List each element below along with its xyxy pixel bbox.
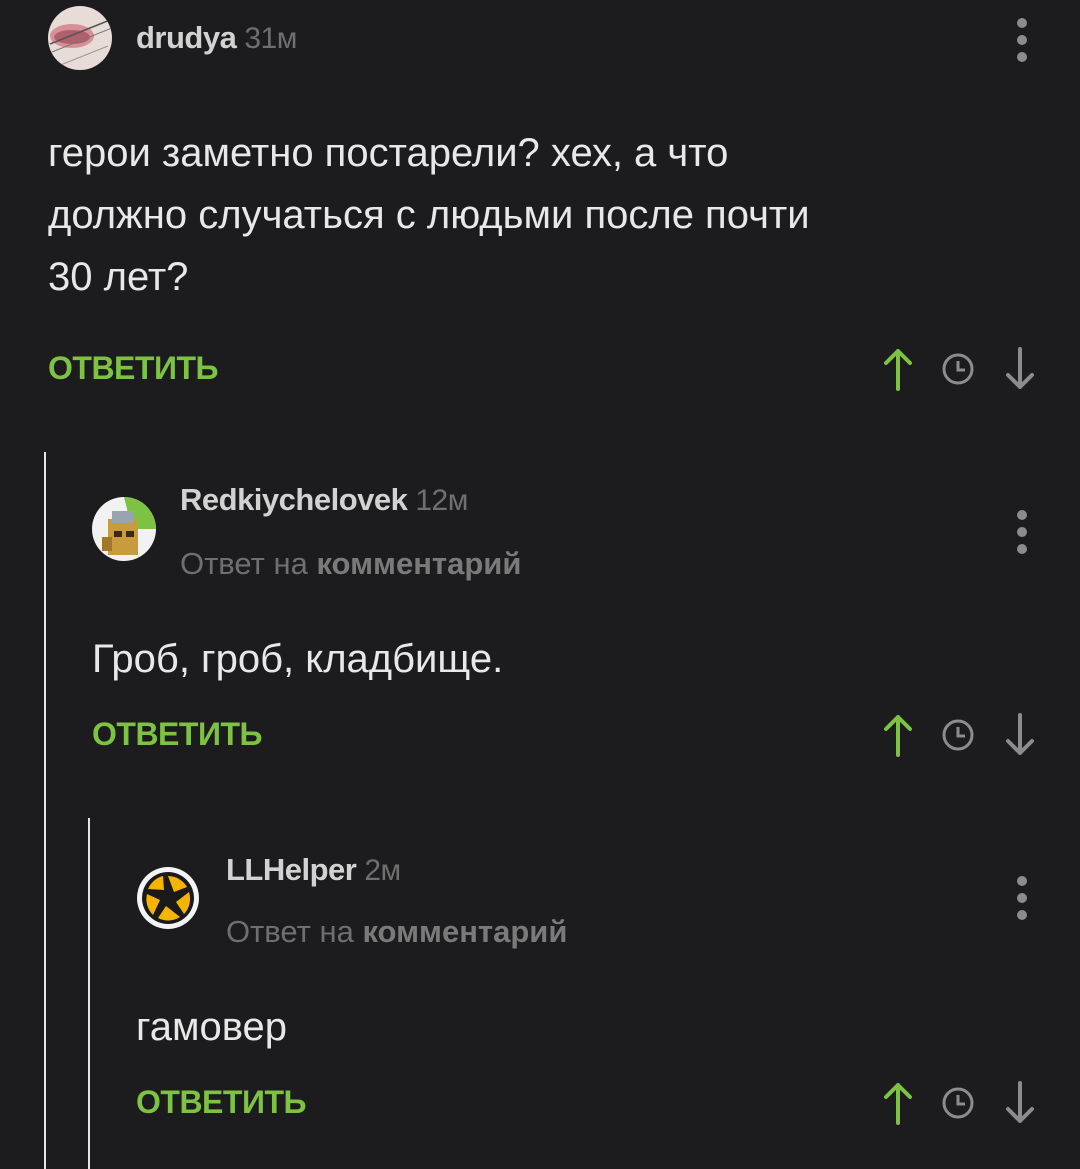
reply-button[interactable]: ОТВЕТИТЬ [136,1084,306,1121]
thread-line-level-2 [88,818,90,1169]
comment-time: 31м [244,22,297,55]
reply-button[interactable]: ОТВЕТИТЬ [48,350,218,387]
comment-text: герои заметно постарели? хех, а что долж… [48,122,810,308]
comment-text-line: должно случаться с людьми после почти [48,193,810,237]
comment-text: гамовер [136,996,287,1058]
arrow-up-icon[interactable] [880,345,916,393]
more-vertical-icon[interactable] [1015,876,1029,920]
comment-time: 12м [415,484,468,517]
comment-actions [880,345,1050,395]
reply-to-prefix: Ответ на [180,546,308,581]
reply-button[interactable]: ОТВЕТИТЬ [92,716,262,753]
reply-to-link[interactable]: комментарий [362,914,567,949]
comment-author[interactable]: Redkiychelovek 12м [180,482,468,518]
avatar[interactable] [48,6,112,70]
comment-actions [880,1079,1050,1129]
comment-author[interactable]: LLHelper 2м [226,852,401,888]
comment-text-line: Гроб, гроб, кладбище. [92,637,504,681]
comment-text-line: гамовер [136,1005,287,1049]
arrow-up-icon[interactable] [880,711,916,759]
comment-text-line: 30 лет? [48,255,189,299]
author-name[interactable]: drudya [136,20,237,55]
more-vertical-icon[interactable] [1015,510,1029,554]
comment-actions [880,711,1050,761]
reply-to-prefix: Ответ на [226,914,354,949]
reply-to-line: Ответ на комментарий [180,546,521,582]
comment-time: 2м [364,854,401,887]
author-name[interactable]: Redkiychelovek [180,482,408,517]
arrow-down-icon[interactable] [1002,345,1038,393]
avatar[interactable] [136,866,200,930]
reply-to-link[interactable]: комментарий [316,546,521,581]
author-name[interactable]: LLHelper [226,852,357,887]
clock-icon[interactable] [940,351,976,387]
arrow-down-icon[interactable] [1002,711,1038,759]
more-vertical-icon[interactable] [1015,18,1029,62]
clock-icon[interactable] [940,717,976,753]
arrow-up-icon[interactable] [880,1079,916,1127]
thread-line-level-1 [44,452,46,1169]
clock-icon[interactable] [940,1085,976,1121]
avatar[interactable] [92,497,156,561]
comment-text: Гроб, гроб, кладбище. [92,628,503,690]
comment-text-line: герои заметно постарели? хех, а что [48,131,729,175]
reply-to-line: Ответ на комментарий [226,914,567,950]
comment-author[interactable]: drudya 31м [136,20,297,56]
arrow-down-icon[interactable] [1002,1079,1038,1127]
